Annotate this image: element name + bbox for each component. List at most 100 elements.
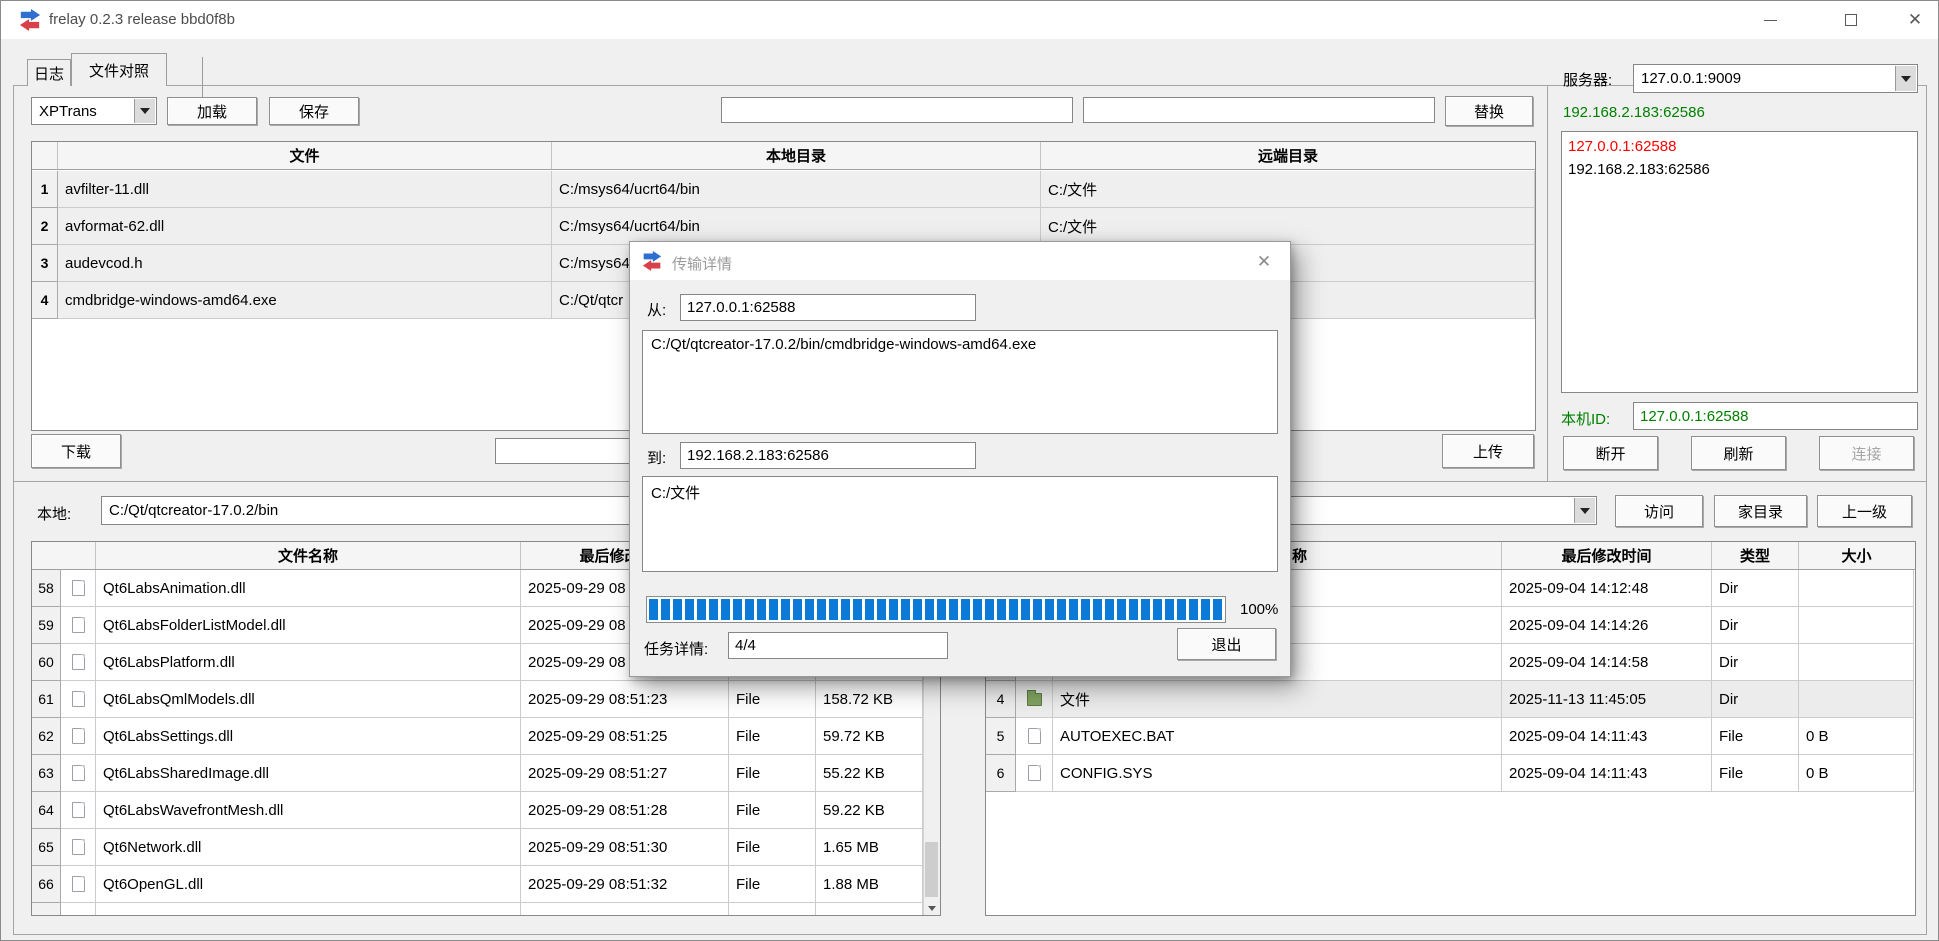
remote-dir-cell: C:/文件 [1041, 171, 1535, 208]
local-file-row[interactable]: 62Qt6LabsSettings.dll2025-09-29 08:51:25… [32, 718, 923, 755]
remote-file-row[interactable]: 4文件2025-11-13 11:45:05Dir [986, 681, 1914, 718]
profile-combobox-value: XPTrans [39, 103, 97, 120]
file-name-cell: CONFIG.SYS [1053, 755, 1502, 792]
save-button[interactable]: 保存 [269, 97, 359, 125]
download-button[interactable]: 下载 [31, 434, 121, 468]
modified-time-cell: 2025-09-29 08:51:27 [521, 755, 729, 792]
icon-cell [61, 570, 96, 607]
file-icon [72, 654, 85, 670]
close-button[interactable]: ✕ [1892, 1, 1938, 39]
size-cell [1799, 644, 1914, 681]
up-level-button[interactable]: 上一级 [1817, 495, 1912, 527]
connect-button[interactable]: 连接 [1819, 436, 1914, 470]
file-name-cell: Qt6LabsAnimation.dll [96, 570, 521, 607]
scroll-down-icon[interactable] [924, 900, 940, 916]
tab-file-compare[interactable]: 文件对照 [71, 53, 167, 86]
dialog-close-icon[interactable]: ✕ [1252, 251, 1276, 273]
row-number: 65 [32, 829, 61, 866]
compare-row[interactable]: 1avfilter-11.dllC:/msys64/ucrt64/binC:/文… [32, 171, 1535, 208]
local-file-row[interactable]: 61Qt6LabsQmlModels.dll2025-09-29 08:51:2… [32, 681, 923, 718]
size-cell [816, 903, 923, 916]
home-dir-button[interactable]: 家目录 [1714, 495, 1807, 527]
refresh-button[interactable]: 刷新 [1691, 436, 1786, 470]
type-cell: File [729, 755, 816, 792]
app-logo-icon [19, 9, 41, 31]
file-name-cell [96, 903, 521, 916]
remote-file-row[interactable]: 5AUTOEXEC.BAT2025-09-04 14:11:43File0 B [986, 718, 1914, 755]
type-cell: File [729, 829, 816, 866]
dialog-title-bar[interactable]: 传输详情 ✕ [630, 242, 1290, 280]
file-name-cell: Qt6LabsQmlModels.dll [96, 681, 521, 718]
app-logo-icon [642, 251, 662, 271]
size-cell [1799, 607, 1914, 644]
title-bar: frelay 0.2.3 release bbd0f8b ✕ [1, 1, 1938, 39]
header-remote-dir[interactable]: 远端目录 [1041, 142, 1535, 169]
upload-button[interactable]: 上传 [1442, 434, 1534, 468]
modified-time-cell: 2025-09-29 08:51:28 [521, 792, 729, 829]
chevron-down-icon[interactable] [134, 99, 155, 123]
type-cell [729, 903, 816, 916]
file-name-cell: AUTOEXEC.BAT [1053, 718, 1502, 755]
header-corner [32, 142, 58, 169]
local-id-field[interactable] [1633, 402, 1918, 430]
source-path-textarea[interactable]: C:/Qt/qtcreator-17.0.2/bin/cmdbridge-win… [642, 330, 1278, 434]
type-cell: File [729, 866, 816, 903]
modified-time-cell: 2025-09-04 14:11:43 [1502, 755, 1712, 792]
local-file-row[interactable] [32, 903, 923, 916]
chevron-down-icon[interactable] [1574, 498, 1595, 523]
header-size[interactable]: 大小 [1799, 542, 1914, 569]
local-file-row[interactable]: 65Qt6Network.dll2025-09-29 08:51:30File1… [32, 829, 923, 866]
dest-path-textarea[interactable]: C:/文件 [642, 476, 1278, 572]
client-list-item[interactable]: 127.0.0.1:62588 [1568, 135, 1911, 158]
header-modified-time[interactable]: 最后修改时间 [1502, 542, 1712, 569]
header-local-dir[interactable]: 本地目录 [552, 142, 1041, 169]
icon-cell [61, 644, 96, 681]
row-number: 66 [32, 866, 61, 903]
exit-button[interactable]: 退出 [1177, 628, 1276, 660]
local-file-row[interactable]: 64Qt6LabsWavefrontMesh.dll2025-09-29 08:… [32, 792, 923, 829]
file-icon [72, 839, 85, 855]
file-icon [1028, 728, 1041, 744]
modified-time-cell: 2025-09-29 08:51:30 [521, 829, 729, 866]
scrollbar-thumb[interactable] [925, 842, 938, 897]
tab-log[interactable]: 日志 [27, 59, 71, 86]
file-icon [72, 691, 85, 707]
file-name-cell: Qt6LabsFolderListModel.dll [96, 607, 521, 644]
local-file-row[interactable]: 63Qt6LabsSharedImage.dll2025-09-29 08:51… [32, 755, 923, 792]
replace-button[interactable]: 替换 [1445, 96, 1533, 126]
replace-input[interactable] [1083, 97, 1435, 123]
icon-cell [61, 866, 96, 903]
task-detail-field[interactable] [728, 632, 948, 659]
row-number: 61 [32, 681, 61, 718]
file-name-cell: Qt6LabsPlatform.dll [96, 644, 521, 681]
header-file-name[interactable]: 文件名称 [96, 542, 521, 569]
local-dir-cell: C:/msys64/ucrt64/bin [552, 208, 1041, 245]
connected-peer-id: 192.168.2.183:62586 [1563, 104, 1705, 121]
minimize-button[interactable] [1747, 1, 1793, 39]
size-cell: 158.72 KB [816, 681, 923, 718]
chevron-down-icon[interactable] [1895, 66, 1916, 91]
find-input[interactable] [721, 97, 1073, 123]
disconnect-button[interactable]: 断开 [1563, 436, 1658, 470]
profile-combobox[interactable]: XPTrans [31, 97, 157, 125]
from-field[interactable] [680, 294, 976, 321]
icon-cell [61, 829, 96, 866]
server-combobox[interactable]: 127.0.0.1:9009 [1633, 64, 1918, 93]
compare-row[interactable]: 2avformat-62.dllC:/msys64/ucrt64/binC:/文… [32, 208, 1535, 245]
client-list[interactable]: 127.0.0.1:62588192.168.2.183:62586 [1561, 131, 1918, 393]
header-file[interactable]: 文件 [58, 142, 552, 169]
header-type[interactable]: 类型 [1712, 542, 1799, 569]
local-path-value: C:/Qt/qtcreator-17.0.2/bin [109, 502, 278, 519]
to-field[interactable] [680, 442, 976, 469]
maximize-button[interactable] [1828, 1, 1874, 39]
server-label: 服务器: [1563, 69, 1612, 90]
row-number: 58 [32, 570, 61, 607]
remote-file-row[interactable]: 6CONFIG.SYS2025-09-04 14:11:43File0 B [986, 755, 1914, 792]
visit-button[interactable]: 访问 [1615, 495, 1703, 527]
local-file-row[interactable]: 66Qt6OpenGL.dll2025-09-29 08:51:32File1.… [32, 866, 923, 903]
file-cell: avformat-62.dll [58, 208, 552, 245]
load-button[interactable]: 加载 [167, 97, 257, 125]
client-list-item[interactable]: 192.168.2.183:62586 [1568, 158, 1911, 181]
size-cell: 59.72 KB [816, 718, 923, 755]
icon-cell [1016, 755, 1053, 792]
